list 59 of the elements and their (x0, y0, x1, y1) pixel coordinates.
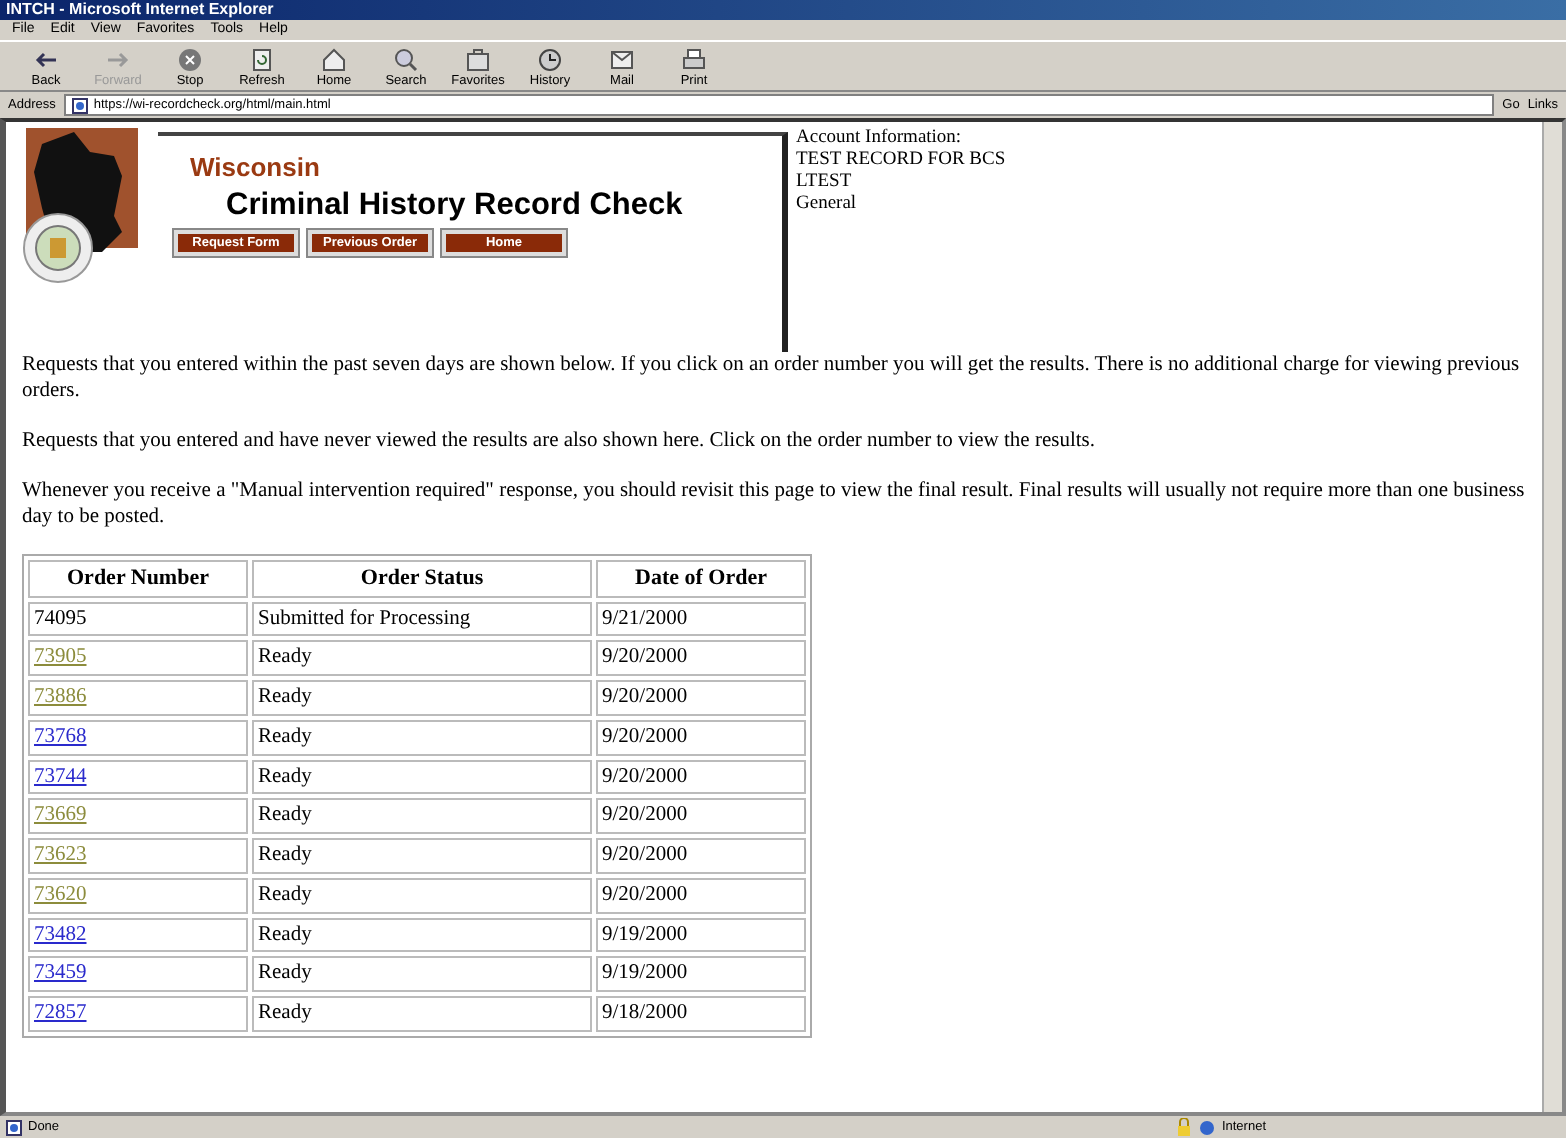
table-cell: Ready (252, 838, 592, 874)
scrollbar[interactable] (1542, 122, 1562, 1112)
page-icon (6, 1119, 22, 1135)
order-link[interactable]: 73459 (34, 962, 87, 985)
account-info: Account Information: (796, 128, 964, 150)
page-title: Criminal History Record Check (226, 187, 685, 222)
order-link[interactable]: 72857 (34, 1002, 87, 1024)
mail-icon (608, 45, 636, 73)
print-icon (680, 45, 708, 73)
table-cell: Ready (252, 640, 592, 676)
column-header: Order Number (28, 560, 248, 597)
account-info: LTEST (796, 172, 854, 194)
table-cell: 9/20/2000 (596, 877, 806, 913)
table-cell: 9/20/2000 (596, 798, 806, 834)
state-name: Wisconsin (190, 150, 322, 186)
order-link[interactable]: 73669 (34, 804, 87, 827)
paragraph: Requests that you entered within the past seven days are shown below. If you click on an order number you will get the results. There is no additional charge for viewing previous orders. (22, 352, 1522, 404)
history-icon (536, 45, 564, 73)
column-header: Date of Order (596, 560, 806, 597)
table-cell: Ready (252, 917, 592, 953)
paragraph: Requests that you entered and have never viewed the results are also shown here. Click on the order number to view the results. (22, 428, 1098, 454)
table-cell: Ready (252, 719, 592, 755)
account-info: General (796, 194, 859, 216)
account-info: TEST RECORD FOR BCS (796, 150, 1006, 172)
table-cell: Ready (252, 877, 592, 913)
favorites-icon (464, 45, 492, 73)
order-link[interactable]: 73886 (34, 686, 87, 708)
table-cell: 9/20/2000 (596, 640, 806, 676)
table-cell: Ready (252, 956, 592, 992)
table-cell: 9/20/2000 (596, 759, 806, 795)
search-icon (392, 45, 420, 73)
table-cell: 9/19/2000 (596, 956, 806, 992)
column-header: Order Status (252, 560, 592, 597)
table-cell: 9/20/2000 (596, 719, 806, 755)
table-cell: Ready (252, 759, 592, 795)
order-link[interactable]: 73620 (34, 883, 87, 906)
order-link[interactable]: 73768 (34, 725, 87, 748)
home-icon (320, 45, 348, 73)
stop-icon (176, 45, 204, 73)
table-cell: 9/18/2000 (596, 996, 806, 1032)
order-link[interactable]: 73623 (34, 844, 87, 866)
order-link[interactable]: 73744 (34, 765, 87, 787)
order-link[interactable]: 73905 (34, 646, 87, 669)
table-cell: Ready (252, 680, 592, 716)
table-cell: 74095 (28, 601, 248, 637)
table-cell: Ready (252, 996, 592, 1032)
window-title: INTCH - Microsoft Internet Explorer (6, 0, 274, 21)
table-cell: Ready (252, 798, 592, 834)
refresh-icon (248, 45, 276, 73)
table-cell: 9/20/2000 (596, 838, 806, 874)
order-link[interactable]: 73482 (34, 923, 87, 945)
table-cell: 9/21/2000 (596, 601, 806, 637)
paragraph: Whenever you receive a "Manual intervention required" response, you should revisit this page to view the final result. Final results will usually not require more than one business day to be posted. (22, 478, 1526, 530)
table-cell: 9/19/2000 (596, 917, 806, 953)
table-cell: Submitted for Processing (252, 601, 592, 637)
globe-icon (1197, 1119, 1216, 1135)
page-icon (71, 97, 88, 113)
table-cell: 9/20/2000 (596, 680, 806, 716)
lock-icon (1175, 1118, 1192, 1136)
